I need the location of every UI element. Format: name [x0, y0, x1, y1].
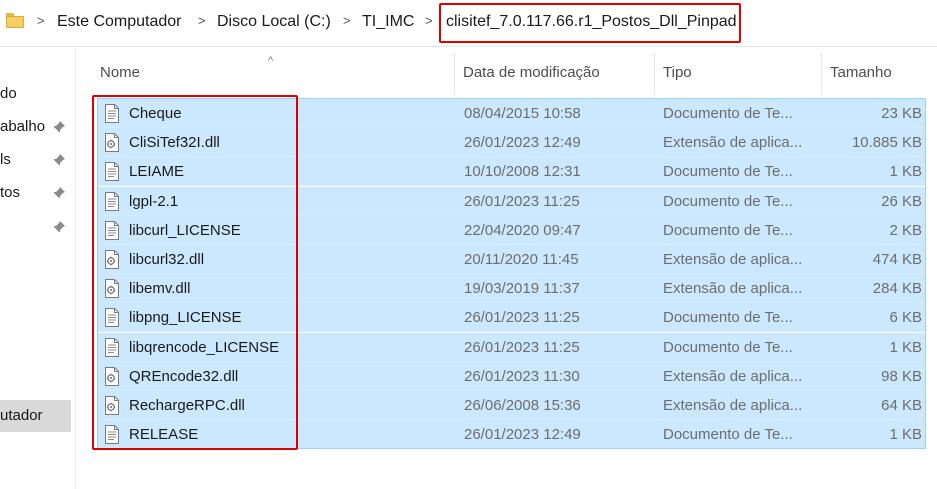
- file-date-modified: 26/01/2023 11:30: [464, 367, 580, 385]
- file-type: Extensão de aplica...: [663, 280, 803, 298]
- column-header-type[interactable]: Tipo: [663, 52, 692, 94]
- file-type: Documento de Te...: [663, 426, 793, 444]
- file-size: 98 KB: [881, 367, 922, 385]
- breadcrumb-separator-icon: >: [425, 13, 433, 28]
- file-size: 26 KB: [881, 192, 922, 210]
- sort-ascending-icon: ^: [268, 55, 274, 67]
- file-type: Documento de Te...: [663, 309, 793, 327]
- file-date-modified: 08/04/2015 10:58: [464, 105, 581, 122]
- column-divider[interactable]: [654, 52, 655, 94]
- file-type: Documento de Te...: [663, 163, 793, 181]
- file-date-modified: 10/10/2008 12:31: [464, 163, 581, 181]
- breadcrumb-separator-icon: >: [198, 13, 206, 28]
- file-date-modified: 20/11/2020 11:45: [464, 251, 579, 268]
- file-size: 1 KB: [889, 163, 922, 181]
- column-header-name[interactable]: Nome: [100, 52, 140, 94]
- file-date-modified: 26/01/2023 11:25: [464, 192, 580, 210]
- annotation-highlight-filenames: [92, 95, 298, 450]
- file-size: 10.885 KB: [851, 134, 922, 152]
- file-type: Extensão de aplica...: [663, 397, 803, 414]
- pin-icon: [52, 120, 66, 134]
- column-headers: Nome Data de modificação Tipo Tamanho: [77, 52, 937, 94]
- address-bar[interactable]: > Este Computador > Disco Local (C:) > T…: [0, 0, 937, 47]
- file-size: 64 KB: [881, 397, 922, 414]
- file-date-modified: 26/01/2023 12:49: [464, 426, 581, 444]
- file-size: 2 KB: [889, 221, 922, 239]
- file-size: 1 KB: [889, 426, 922, 444]
- file-type: Documento de Te...: [663, 221, 793, 239]
- file-type: Extensão de aplica...: [663, 251, 803, 268]
- column-header-date[interactable]: Data de modificação: [463, 52, 600, 94]
- folder-icon: [6, 13, 24, 28]
- file-type: Documento de Te...: [663, 192, 793, 210]
- pin-icon: [52, 186, 66, 200]
- annotation-highlight-breadcrumb: [439, 3, 741, 43]
- file-date-modified: 26/06/2008 15:36: [464, 397, 581, 414]
- navigation-pane: do abalho ls tos utador: [0, 48, 76, 489]
- file-type: Extensão de aplica...: [663, 134, 803, 152]
- breadcrumb-this-pc[interactable]: Este Computador: [57, 13, 182, 31]
- file-size: 284 KB: [872, 280, 922, 298]
- file-date-modified: 26/01/2023 11:25: [464, 338, 580, 356]
- column-divider[interactable]: [454, 52, 455, 94]
- file-date-modified: 26/01/2023 12:49: [464, 134, 581, 152]
- pin-icon: [52, 153, 66, 167]
- sidebar-item-1[interactable]: do: [0, 78, 71, 110]
- sidebar-item-this-pc[interactable]: utador: [0, 400, 71, 432]
- file-type: Extensão de aplica...: [663, 367, 803, 385]
- file-type: Documento de Te...: [663, 105, 793, 122]
- file-size: 1 KB: [889, 338, 922, 356]
- file-date-modified: 22/04/2020 09:47: [464, 221, 581, 239]
- breadcrumb-local-disk[interactable]: Disco Local (C:): [217, 13, 331, 31]
- pin-icon: [52, 220, 66, 234]
- file-date-modified: 26/01/2023 11:25: [464, 309, 580, 327]
- file-size: 23 KB: [881, 105, 922, 122]
- breadcrumb-ti-imc[interactable]: TI_IMC: [362, 13, 414, 31]
- column-divider[interactable]: [821, 52, 822, 94]
- column-header-size[interactable]: Tamanho: [830, 52, 892, 94]
- file-date-modified: 19/03/2019 11:37: [464, 280, 580, 298]
- file-type: Documento de Te...: [663, 338, 793, 356]
- file-size: 6 KB: [889, 309, 922, 327]
- breadcrumb-separator-icon: >: [37, 13, 45, 28]
- breadcrumb-separator-icon: >: [343, 13, 351, 28]
- file-size: 474 KB: [872, 251, 922, 268]
